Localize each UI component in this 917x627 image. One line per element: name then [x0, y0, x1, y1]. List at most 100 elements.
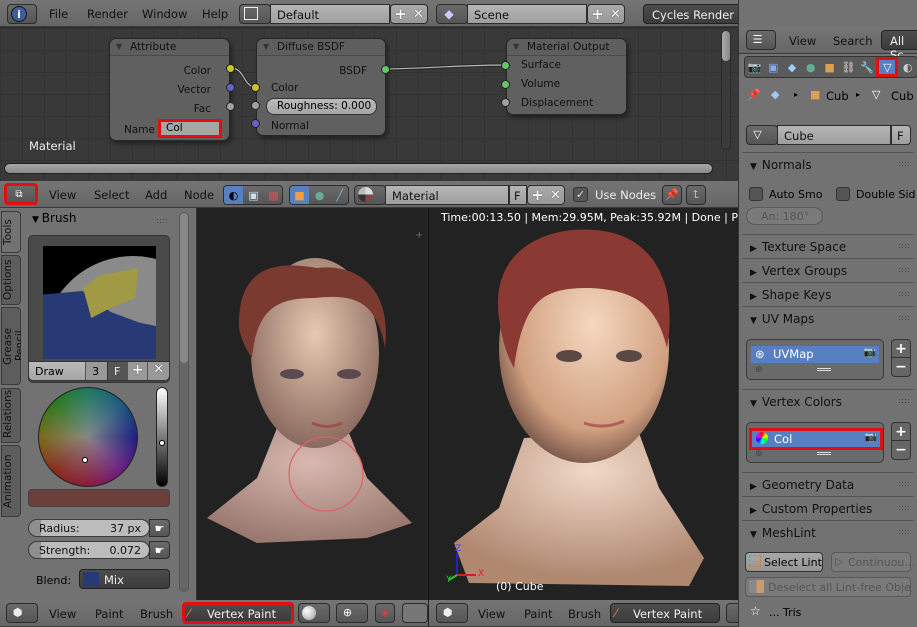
mesh-name-field[interactable]: Cube	[777, 125, 891, 145]
material-browse-button[interactable]	[354, 185, 386, 205]
world-tab-icon[interactable]: ●	[801, 57, 820, 77]
list-resize-grip[interactable]	[817, 368, 831, 371]
material-name-field[interactable]: Material	[385, 185, 509, 205]
auto-smooth-checkbox[interactable]	[749, 187, 763, 201]
attribute-node[interactable]: Attribute Color Vector Fac Name Col	[109, 38, 230, 141]
attribute-name-field[interactable]: Col	[158, 119, 222, 138]
menu-file[interactable]: File	[49, 7, 68, 21]
plus-icon[interactable]: +	[892, 340, 910, 358]
value-slider-cursor[interactable]	[159, 440, 165, 446]
vertex-paint-viewport[interactable]: +	[197, 208, 427, 600]
mesh-fake-user-button[interactable]: F	[891, 125, 911, 145]
rendered-viewport[interactable]: Time:00:13.50 | Mem:29.95M, Peak:35.92M …	[428, 208, 755, 600]
panel-shape-keys-header[interactable]: ▶ Shape Keys	[742, 282, 914, 306]
radius-pressure-button[interactable]: ☛	[149, 519, 170, 537]
material-fake-user-button[interactable]: F	[509, 185, 527, 205]
socket-attr-fac[interactable]	[226, 102, 235, 111]
scene-field[interactable]: Scene	[467, 4, 587, 24]
tool-shelf-scrollbar[interactable]	[179, 212, 189, 592]
brush-color-swatch[interactable]	[28, 489, 170, 507]
panel-custom-properties-header[interactable]: ▶ Custom Properties	[742, 496, 914, 520]
editor-type-3dview-button[interactable]: ⬢	[436, 603, 468, 623]
panel-vertex-groups-header[interactable]: ▶ Vertex Groups	[742, 258, 914, 282]
close-icon[interactable]: ✕	[607, 5, 624, 23]
brush-add-button[interactable]: +	[126, 362, 148, 380]
editor-type-node-button[interactable]: ⧉	[4, 183, 38, 205]
scene-selector[interactable]: ◆	[436, 4, 468, 24]
menu-render[interactable]: Render	[87, 7, 128, 21]
socket-diffuse-bsdf[interactable]	[381, 65, 390, 74]
menu-search[interactable]: Search	[833, 34, 873, 48]
menu-select[interactable]: Select	[94, 188, 129, 202]
menu-view[interactable]: View	[49, 188, 76, 202]
double-sided-checkbox[interactable]	[836, 187, 850, 201]
strength-slider[interactable]: Strength: 0.072	[28, 541, 150, 559]
panel-geometry-data-header[interactable]: ▶ Geometry Data	[742, 472, 914, 496]
screen-layout-selector[interactable]	[239, 4, 271, 24]
minus-icon[interactable]: −	[892, 441, 910, 459]
close-icon[interactable]: ✕	[547, 186, 564, 204]
mesh-browse-button[interactable]: ▽	[746, 125, 778, 145]
shader-nodes-icon[interactable]: ◐	[224, 186, 243, 204]
menu-paint[interactable]: Paint	[95, 607, 123, 621]
pin-button[interactable]: 📌	[662, 185, 682, 205]
tab-animation[interactable]: Animation	[1, 445, 21, 517]
color-wheel-cursor[interactable]	[82, 457, 88, 463]
panel-meshlint-header[interactable]: ▼ MeshLint	[742, 520, 914, 544]
active-render-camera-icon[interactable]: 📷	[865, 432, 877, 443]
panel-vertex-colors-header[interactable]: ▼ Vertex Colors	[742, 389, 914, 413]
brush-panel-title[interactable]: ▼ Brush	[32, 211, 76, 225]
list-filter-icon[interactable]: ⊕	[755, 449, 763, 459]
brush-name-field[interactable]: Draw	[29, 362, 86, 380]
socket-diffuse-roughness[interactable]	[251, 101, 260, 110]
line-style-icon[interactable]: ╱	[330, 186, 349, 204]
plus-icon[interactable]: +	[529, 186, 546, 204]
socket-output-volume[interactable]	[501, 80, 510, 89]
material-tab-icon[interactable]: ◐	[898, 57, 917, 77]
radius-slider[interactable]: Radius: 37 px	[28, 519, 150, 537]
menu-view[interactable]: View	[478, 607, 505, 621]
value-slider[interactable]	[156, 387, 168, 487]
diffuse-bsdf-node[interactable]: Diffuse BSDF BSDF Color Roughness: 0.000…	[256, 38, 386, 136]
paint-mask-button[interactable]: ◈	[375, 603, 395, 623]
use-nodes-checkbox[interactable]: ✓	[573, 187, 588, 202]
mesh-data-tab-icon[interactable]: ▽	[876, 57, 899, 77]
active-render-camera-icon[interactable]: 📷	[864, 347, 876, 358]
mode-dropdown-vertex-paint[interactable]: ⁄ Vertex Paint	[610, 603, 720, 623]
blend-mode-dropdown[interactable]: Mix	[79, 569, 170, 589]
texture-nodes-icon[interactable]: ▩	[264, 186, 283, 204]
vertex-color-item[interactable]: Col 📷	[749, 428, 883, 450]
screen-layout-field[interactable]: Default	[270, 4, 390, 24]
menu-node[interactable]: Node	[184, 188, 214, 202]
plus-icon[interactable]: +	[392, 5, 409, 23]
socket-output-displacement[interactable]	[501, 98, 510, 107]
tab-relations[interactable]: Relations	[1, 388, 21, 443]
editor-type-properties-button[interactable]: ☰	[746, 30, 776, 50]
close-icon[interactable]: ✕	[410, 5, 427, 23]
node-editor-canvas[interactable]: Attribute Color Vector Fac Name Col Diff…	[0, 28, 738, 181]
world-icon[interactable]: ●	[310, 186, 329, 204]
uv-map-item[interactable]: ⊛ UVMap 📷	[751, 346, 879, 363]
color-wheel[interactable]	[38, 387, 138, 487]
menu-view[interactable]: View	[49, 607, 76, 621]
object-tab-icon[interactable]: ■	[820, 57, 839, 77]
editor-type-info-button[interactable]: i	[7, 4, 37, 24]
socket-diffuse-normal[interactable]	[251, 119, 260, 128]
list-resize-grip[interactable]	[817, 452, 831, 455]
plus-icon[interactable]: +	[589, 5, 606, 23]
vertical-scrollbar-track[interactable]	[721, 30, 731, 150]
vertical-scrollbar-thumb[interactable]	[722, 31, 730, 61]
socket-output-surface[interactable]	[501, 61, 510, 70]
minus-icon[interactable]: −	[892, 358, 910, 376]
menu-brush[interactable]: Brush	[568, 607, 601, 621]
tab-grease-pencil[interactable]: Grease Pencil	[1, 307, 26, 385]
pivot-point-dropdown[interactable]: ⊕	[336, 603, 368, 623]
menu-window[interactable]: Window	[142, 7, 187, 21]
socket-diffuse-color[interactable]	[251, 83, 260, 92]
tool-shelf-scroll-thumb[interactable]	[180, 213, 188, 363]
select-lint-button[interactable]: Select Lint	[745, 552, 823, 572]
constraints-tab-icon[interactable]: ⛓	[839, 57, 858, 77]
socket-attr-vector[interactable]	[226, 83, 235, 92]
brush-fake-user-button[interactable]: F	[106, 362, 127, 380]
modifiers-tab-icon[interactable]: 🔧	[858, 57, 877, 77]
